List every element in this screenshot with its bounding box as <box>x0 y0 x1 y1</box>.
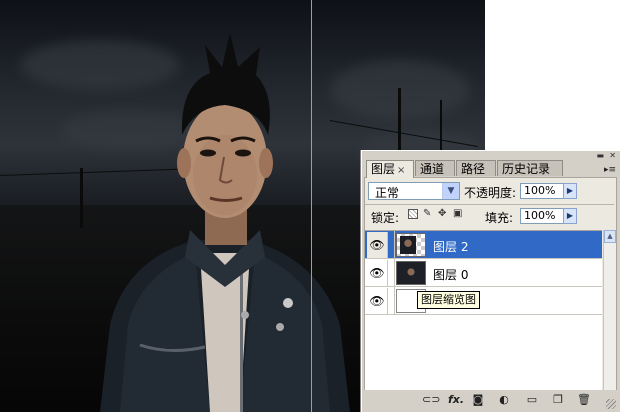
layers-scrollbar[interactable]: ▲ ▼ <box>603 230 616 408</box>
trash-icon[interactable]: 🗑 <box>576 392 592 408</box>
tab-paths[interactable]: 路径 <box>456 160 496 176</box>
blend-mode-select[interactable]: 正常 ▼ <box>368 182 460 200</box>
minimize-icon[interactable]: ▬ <box>596 152 604 160</box>
resize-grip[interactable] <box>606 399 616 409</box>
panel-menu-icon[interactable]: ▸≡ <box>604 165 616 175</box>
fill-label: 填充: <box>485 211 514 225</box>
blend-row: 正常 ▼ 不透明度: 100% ▶ <box>368 180 613 202</box>
close-icon[interactable]: ✕ <box>609 152 616 160</box>
guide-line[interactable] <box>311 0 312 412</box>
lock-transparency-icon[interactable] <box>408 209 418 219</box>
fill-input[interactable]: 100% <box>520 208 564 224</box>
visibility-eye-icon[interactable]: 👁 <box>367 232 388 258</box>
opacity-input[interactable]: 100% <box>520 183 564 199</box>
layers-list: 👁 图层 2 👁 图层 0 👁 图层缩览图 <box>365 230 602 409</box>
link-icon[interactable]: ⊂⊃ <box>422 392 440 408</box>
panel-bottom-toolbar: ⊂⊃ fx. ◙ ◐ ▭ ❐ 🗑 <box>364 390 617 410</box>
layer-row[interactable]: 👁 图层缩览图 <box>365 287 602 315</box>
scroll-up-icon[interactable]: ▲ <box>604 230 616 243</box>
fx-icon[interactable]: fx. <box>448 392 464 408</box>
portrait-subject <box>100 33 350 412</box>
chevron-down-icon[interactable]: ▼ <box>442 183 459 199</box>
new-layer-icon[interactable]: ❐ <box>550 392 566 408</box>
layer-thumbnail[interactable] <box>396 261 426 285</box>
link-cell <box>388 287 395 314</box>
visibility-eye-icon[interactable]: 👁 <box>367 288 388 314</box>
utility-pole <box>80 168 83 228</box>
layer-name[interactable]: 图层 0 <box>433 266 468 283</box>
panel-titlebar[interactable]: ▬ ✕ <box>362 151 620 160</box>
tab-label: 路径 <box>461 162 486 176</box>
tab-label: 历史记录 <box>502 162 551 176</box>
tab-layers[interactable]: 图层 × <box>366 160 414 178</box>
tooltip: 图层缩览图 <box>417 291 480 309</box>
layer-row[interactable]: 👁 图层 2 <box>365 231 602 259</box>
lock-all-icon[interactable]: ▣ <box>453 209 463 219</box>
layer-name[interactable]: 图层 2 <box>433 238 468 255</box>
opacity-slider-arrow-icon[interactable]: ▶ <box>563 183 577 199</box>
fill-slider-arrow-icon[interactable]: ▶ <box>563 208 577 224</box>
link-cell <box>388 231 395 258</box>
folder-icon[interactable]: ▭ <box>524 392 540 408</box>
layer-thumbnail[interactable] <box>396 233 426 257</box>
tab-label: 通道 <box>420 162 445 176</box>
blend-mode-value: 正常 <box>375 186 400 200</box>
lock-position-icon[interactable]: ✥ <box>438 209 448 219</box>
panel-body: 正常 ▼ 不透明度: 100% ▶ 锁定: ✎ ✥ ▣ 填充: 100% ▶ 👁 <box>364 177 617 409</box>
opacity-label: 不透明度: <box>464 186 517 200</box>
lock-label: 锁定: <box>371 211 400 225</box>
adjustment-icon[interactable]: ◐ <box>496 392 512 408</box>
layer-row[interactable]: 👁 图层 0 <box>365 259 602 287</box>
lock-pixels-icon[interactable]: ✎ <box>423 209 433 219</box>
tab-channels[interactable]: 通道 <box>415 160 455 176</box>
tab-history[interactable]: 历史记录 <box>497 160 563 176</box>
tab-close-icon[interactable]: × <box>397 165 405 176</box>
divider <box>365 204 614 205</box>
visibility-eye-icon[interactable]: 👁 <box>367 260 388 286</box>
mask-icon[interactable]: ◙ <box>470 392 486 408</box>
link-cell <box>388 259 395 286</box>
thumbnail-image <box>400 236 416 254</box>
tab-label: 图层 <box>371 162 396 176</box>
layers-panel: ▬ ✕ 图层 × 通道 路径 历史记录 ▸≡ 正常 ▼ 不透明度: 100% ▶ … <box>361 150 620 412</box>
